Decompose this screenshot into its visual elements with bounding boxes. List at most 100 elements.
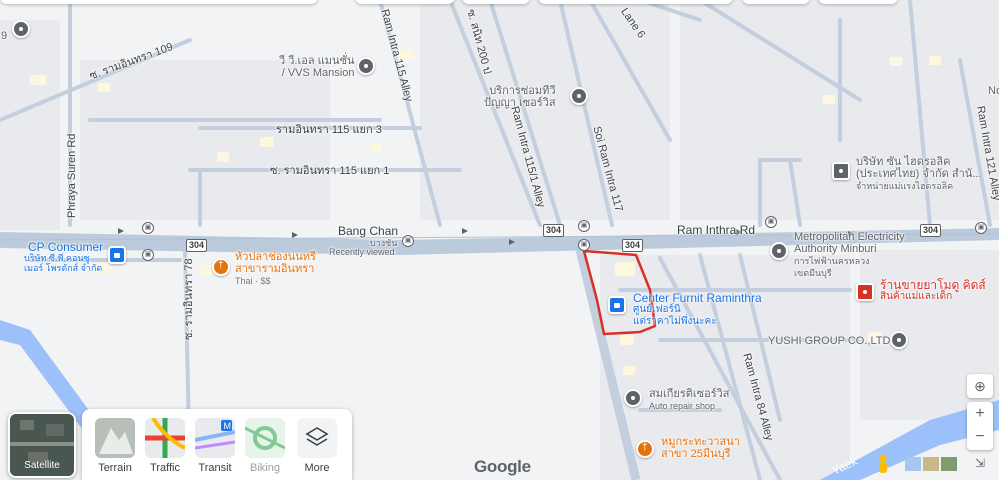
bus-stop-icon[interactable]: ▣ <box>142 222 154 234</box>
restaurant-meta: Thai · $$ <box>235 276 271 286</box>
zoom-out-button[interactable]: − <box>967 426 993 450</box>
top-chip-2[interactable] <box>355 0 455 4</box>
bus-stop-icon[interactable]: ▣ <box>142 249 154 261</box>
mansion-name[interactable]: วี วี.เอล แมนชั่น / VVS Mansion <box>279 55 354 79</box>
terrain-icon <box>95 418 135 458</box>
road-label-bang-chan: Bang Chan <box>338 224 399 238</box>
food2-line1: หมูกระทะวาสนา <box>661 436 740 448</box>
route-shield-304: 304 <box>622 239 644 252</box>
biking-layer-button[interactable]: Biking <box>244 418 286 474</box>
more-label: More <box>304 462 330 474</box>
shop-sub: สินค้าแม่และเด็ก <box>880 291 953 302</box>
imagery-thumbnails-icon[interactable] <box>905 457 957 471</box>
recently-viewed-label: Recently viewed <box>329 247 395 257</box>
bus-stop-icon[interactable]: ▣ <box>765 216 777 228</box>
cp-consumer-name[interactable]: CP Consumer <box>28 241 103 253</box>
cp-sub2: เมอร์ โพรดักส์ จำกัด <box>24 263 103 273</box>
tv-repair-pin-icon[interactable] <box>570 87 588 105</box>
center-sub1: ศูนย์เฟอร์นิ <box>633 304 681 315</box>
center-name: Center Furnit Raminthra <box>633 291 762 305</box>
transit-layer-button[interactable]: M Transit <box>194 418 236 474</box>
mea-name[interactable]: Metropolitan Electricity Authority Minbu… <box>794 231 905 279</box>
edge-number: 9 <box>1 30 8 42</box>
repair-line2: ปัญญา เซอร์วิส <box>484 97 556 109</box>
road-label-soi-115-1: ซ. รามอินทรา 115 แยก 1 <box>270 165 390 177</box>
svg-text:M: M <box>224 421 232 431</box>
restaurant2-pin-icon[interactable] <box>636 440 654 458</box>
auto-sub: Auto repair shop <box>649 401 716 411</box>
bus-stop-icon[interactable]: ▣ <box>402 235 414 247</box>
cp-consumer-sub: บริษัท ซี.พี.คอนซู เมอร์ โพรดักส์ จำกัด <box>24 253 102 273</box>
biking-label: Biking <box>250 462 280 474</box>
top-chip-3[interactable] <box>462 0 530 4</box>
crosshair-icon: ⊕ <box>974 378 986 394</box>
restaurant-line2: สาขารามอินทรา <box>235 263 315 275</box>
satellite-layer-button[interactable]: Satellite <box>8 412 76 478</box>
transit-icon: M <box>195 418 235 458</box>
terrain-label: Terrain <box>98 462 132 474</box>
yushi-pin-icon[interactable] <box>890 331 908 349</box>
restaurant-pin-icon[interactable] <box>212 258 230 276</box>
pharmacy-pin-icon[interactable] <box>856 283 874 301</box>
pharmacy-name[interactable]: ร้านขายยาโมดู คิดส์ สินค้าแม่และเด็ก <box>880 279 986 303</box>
cp-sub1: บริษัท ซี.พี.คอนซู <box>24 253 90 263</box>
route-shield-304: 304 <box>543 224 565 237</box>
road-label-soi-78: ซ. รามอินทรา 78 <box>183 258 195 340</box>
food2-line2: สาขา 25มีนบุรี <box>661 448 731 460</box>
company-line2: (ประเทศไทย) จำกัด สำนั... <box>856 168 982 180</box>
restaurant-name[interactable]: หัวปลาช่องนนทรี สาขารามอินทรา Thai · $$ <box>235 251 316 287</box>
satellite-label: Satellite <box>24 460 60 471</box>
more-layers-button[interactable]: More <box>296 418 338 474</box>
biking-icon <box>245 418 285 458</box>
transit-label: Transit <box>198 462 232 474</box>
bus-stop-icon[interactable]: ▣ <box>578 239 590 251</box>
center-sub2: แต่ราคาไม่พึ่งนะคะ <box>633 316 717 327</box>
company-sub: จำหน่ายแม่แรงไฮดรอลิค <box>856 181 954 191</box>
traffic-icon <box>145 418 185 458</box>
tv-repair-name[interactable]: บริการซ่อมทีวี ปัญญา เซอร์วิส <box>484 85 556 109</box>
poi-pin-icon[interactable] <box>12 20 30 38</box>
pegman-icon[interactable] <box>876 454 890 474</box>
top-chip-6[interactable] <box>818 0 898 4</box>
cp-name: CP Consumer <box>28 240 104 254</box>
mea-pin-icon[interactable] <box>770 242 788 260</box>
traffic-layer-button[interactable]: Traffic <box>144 418 186 474</box>
google-wordmark: Google <box>474 457 531 476</box>
road-label-ram-inthra: Ram Inthra Rd <box>677 223 756 237</box>
road-label-soi-115-3: รามอินทรา 115 แยก 3 <box>276 124 382 136</box>
company-name[interactable]: บริษัท ซัน ไฮดรอลิค (ประเทศไทย) จำกัด สำ… <box>856 156 981 192</box>
yushi-name[interactable]: YUSHI GROUP CO.,LTD <box>768 335 890 347</box>
company-pin-icon[interactable] <box>832 162 850 180</box>
road-label-phraya-suren: Phraya Suren Rd <box>66 133 78 218</box>
edge-label-no: No <box>988 85 999 97</box>
mansion-pin-icon[interactable] <box>357 57 375 75</box>
mea-line1: Metropolitan Electricity <box>794 231 905 243</box>
auto-line1: สมเกียรติเซอร์วิส <box>649 388 730 400</box>
layers-panel: Terrain Traffic M Transit Biking More <box>82 409 352 480</box>
bus-stop-icon[interactable]: ▣ <box>578 220 590 232</box>
mea-line2: Authority Minburi <box>794 243 877 255</box>
terrain-layer-button[interactable]: Terrain <box>94 418 136 474</box>
traffic-label: Traffic <box>150 462 180 474</box>
zoom-in-button[interactable]: + <box>967 402 993 426</box>
furniture-store-pin-icon[interactable] <box>608 296 626 314</box>
expand-icon[interactable]: ⇲ <box>972 456 988 472</box>
google-logo: Google <box>474 457 531 477</box>
my-location-button[interactable]: ⊕ <box>967 374 993 398</box>
top-chip-4[interactable] <box>538 0 733 4</box>
mansion-line1: วี วี.เอล แมนชั่น <box>279 55 355 67</box>
route-shield-304: 304 <box>920 224 942 237</box>
mansion-line2: / VVS Mansion <box>281 67 355 79</box>
auto-repair-pin-icon[interactable] <box>624 389 642 407</box>
top-chip-5[interactable] <box>742 0 810 4</box>
restaurant2-name[interactable]: หมูกระทะวาสนา สาขา 25มีนบุรี <box>661 436 740 460</box>
furniture-store-name[interactable]: Center Furnit Raminthra ศูนย์เฟอร์นิ แต่… <box>633 292 762 328</box>
zoom-controls: + − <box>967 402 993 450</box>
layers-stack-icon <box>297 418 337 458</box>
top-chip-1[interactable] <box>0 0 318 4</box>
bus-stop-icon[interactable]: ▣ <box>975 222 987 234</box>
auto-repair-name[interactable]: สมเกียรติเซอร์วิส Auto repair shop <box>649 388 730 412</box>
route-shield-304: 304 <box>186 239 208 252</box>
mea-sub1: การไฟฟ้านครหลวง <box>794 256 870 266</box>
cp-consumer-pin-icon[interactable] <box>108 246 126 264</box>
